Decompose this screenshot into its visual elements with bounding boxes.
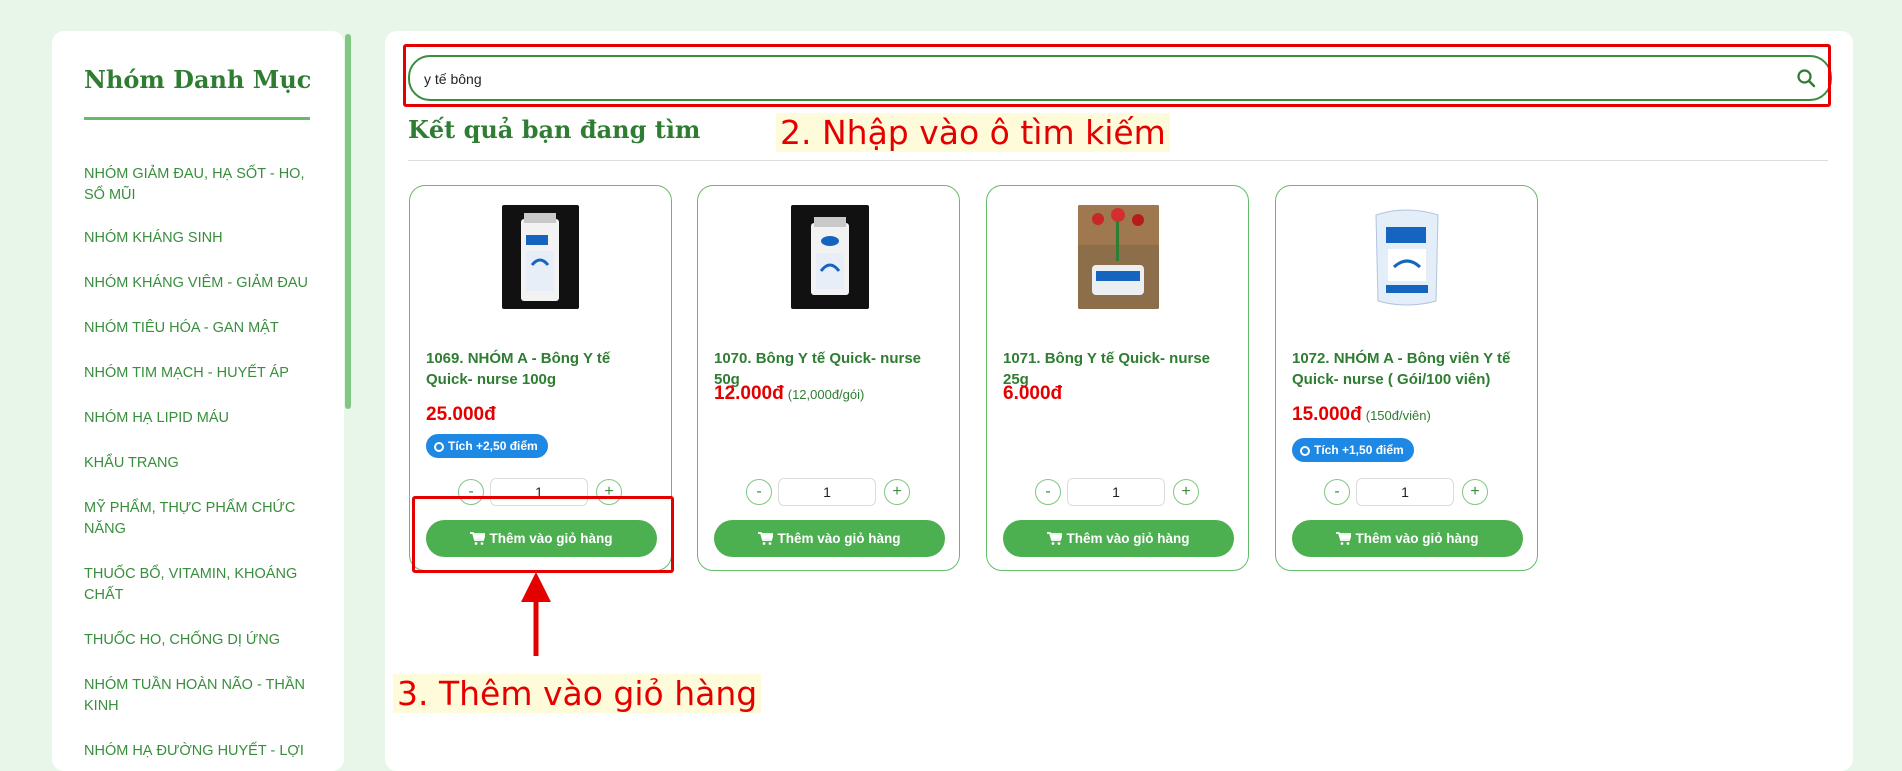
category-sidebar: Nhóm Danh Mục NHÓM GIẢM ĐAU, HẠ SỐT - HO… <box>52 31 344 771</box>
qty-increase-button[interactable]: + <box>1173 479 1199 505</box>
quantity-stepper: - + <box>987 478 1248 506</box>
product-image[interactable] <box>791 205 869 309</box>
points-badge: Tích +2,50 điểm <box>426 434 548 458</box>
annotation-search-highlight <box>403 44 1831 107</box>
add-to-cart-button[interactable]: Thêm vào giỏ hàng <box>1292 520 1523 557</box>
product-price-row: 12.000đ (12,000đ/gói) <box>714 383 864 405</box>
sidebar-item[interactable]: KHẨU TRANG <box>84 453 309 474</box>
target-icon <box>1300 446 1310 456</box>
annotation-add-to-cart-highlight <box>412 496 674 573</box>
annotation-arrow-icon <box>521 572 551 656</box>
add-to-cart-label: Thêm vào giỏ hàng <box>1066 531 1190 546</box>
sidebar-item[interactable]: NHÓM TIM MẠCH - HUYẾT ÁP <box>84 363 309 384</box>
sidebar-item[interactable]: THUỐC HO, CHỐNG DỊ ỨNG <box>84 630 309 651</box>
qty-input[interactable] <box>778 478 876 506</box>
sidebar-title-divider <box>84 117 310 120</box>
product-name[interactable]: 1072. NHÓM A - Bông viên Y tế Quick- nur… <box>1292 348 1524 390</box>
results-divider <box>408 160 1828 161</box>
sidebar-item[interactable]: NHÓM KHÁNG SINH <box>84 228 309 249</box>
product-name[interactable]: 1069. NHÓM A - Bông Y tế Quick- nurse 10… <box>426 348 658 390</box>
add-to-cart-label: Thêm vào giỏ hàng <box>1355 531 1479 546</box>
points-label: Tích +1,50 điểm <box>1314 443 1404 457</box>
annotation-step-2: 2. Nhập vào ô tìm kiếm <box>776 113 1170 152</box>
product-price-row: 25.000đ <box>426 404 500 426</box>
qty-input[interactable] <box>1356 478 1454 506</box>
product-unit-price: (150đ/viên) <box>1365 408 1431 423</box>
add-to-cart-button[interactable]: Thêm vào giỏ hàng <box>714 520 945 557</box>
sidebar-scrollbar[interactable] <box>345 34 351 409</box>
target-icon <box>434 442 444 452</box>
product-card[interactable]: 1070. Bông Y tế Quick- nurse 50g 12.000đ… <box>697 185 960 571</box>
product-image[interactable] <box>502 205 579 309</box>
product-price: 6.000đ <box>1003 383 1063 404</box>
product-card[interactable]: 1071. Bông Y tế Quick- nurse 25g 6.000đ … <box>986 185 1249 571</box>
qty-input[interactable] <box>1067 478 1165 506</box>
qty-decrease-button[interactable]: - <box>1035 479 1061 505</box>
product-price-row: 6.000đ <box>1003 383 1062 405</box>
product-price: 12.000đ <box>714 383 784 404</box>
sidebar-item[interactable]: THUỐC BỔ, VITAMIN, KHOÁNG CHẤT <box>84 564 309 606</box>
sidebar-item[interactable]: NHÓM GIẢM ĐAU, HẠ SỐT - HO, SỔ MŨI <box>84 164 309 206</box>
cart-icon <box>1047 532 1063 545</box>
sidebar-item[interactable]: MỸ PHẨM, THỰC PHẨM CHỨC NĂNG <box>84 498 309 540</box>
sidebar-item[interactable]: NHÓM TUẦN HOÀN NÃO - THẦN KINH <box>84 675 309 717</box>
annotation-step-3: 3. Thêm vào giỏ hàng <box>393 674 762 713</box>
sidebar-item[interactable]: NHÓM TIÊU HÓA - GAN MẬT <box>84 318 309 339</box>
qty-increase-button[interactable]: + <box>884 479 910 505</box>
results-title: Kết quả bạn đang tìm <box>408 115 701 144</box>
sidebar-item[interactable]: NHÓM KHÁNG VIÊM - GIẢM ĐAU <box>84 273 309 294</box>
add-to-cart-button[interactable]: Thêm vào giỏ hàng <box>1003 520 1234 557</box>
qty-increase-button[interactable]: + <box>1462 479 1488 505</box>
quantity-stepper: - + <box>698 478 959 506</box>
points-label: Tích +2,50 điểm <box>448 439 538 453</box>
add-to-cart-label: Thêm vào giỏ hàng <box>777 531 901 546</box>
product-price: 25.000đ <box>426 404 496 425</box>
sidebar-title: Nhóm Danh Mục <box>84 65 312 94</box>
cart-icon <box>1336 532 1352 545</box>
product-price: 15.000đ <box>1292 404 1362 425</box>
product-card[interactable]: 1072. NHÓM A - Bông viên Y tế Quick- nur… <box>1275 185 1538 571</box>
sidebar-item[interactable]: NHÓM HẠ LIPID MÁU <box>84 408 309 429</box>
points-badge: Tích +1,50 điểm <box>1292 438 1414 462</box>
quantity-stepper: - + <box>1276 478 1537 506</box>
qty-decrease-button[interactable]: - <box>1324 479 1350 505</box>
sidebar-item[interactable]: NHÓM HẠ ĐƯỜNG HUYẾT - LỢI <box>84 741 309 762</box>
product-image[interactable] <box>1370 205 1444 309</box>
qty-decrease-button[interactable]: - <box>746 479 772 505</box>
cart-icon <box>758 532 774 545</box>
product-image[interactable] <box>1078 205 1159 309</box>
product-price-row: 15.000đ (150đ/viên) <box>1292 404 1431 426</box>
product-unit-price: (12,000đ/gói) <box>787 387 865 402</box>
